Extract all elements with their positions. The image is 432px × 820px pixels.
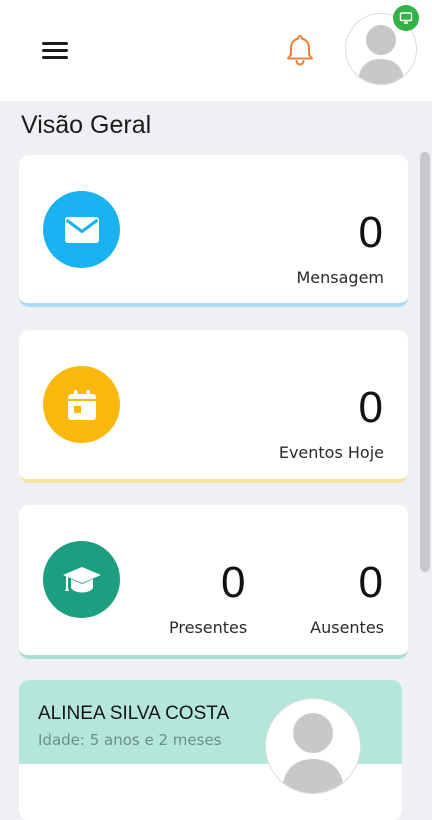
events-label: Eventos Hoje (278, 443, 384, 462)
user-avatar-icon (265, 698, 361, 794)
bell-icon[interactable] (281, 31, 319, 69)
student-name: ALINEA SILVA COSTA (38, 703, 230, 724)
envelope-icon (43, 191, 120, 268)
page-title: Visão Geral (21, 111, 152, 139)
profile-avatar[interactable] (345, 5, 419, 85)
student-card[interactable]: ALINEA SILVA COSTA Idade: 5 anos e 2 mes… (19, 680, 402, 820)
monitor-icon (393, 5, 419, 31)
events-count: 0 (358, 383, 383, 432)
attendance-card[interactable]: 0 Presentes 0 Ausentes (19, 505, 408, 659)
messages-card[interactable]: 0 Mensagem (19, 155, 408, 307)
app-header (0, 0, 432, 101)
present-count: 0 (221, 558, 246, 607)
messages-label: Mensagem (296, 268, 384, 287)
hamburger-menu-icon[interactable] (42, 40, 68, 60)
absent-label: Ausentes (310, 618, 384, 637)
student-age: Idade: 5 anos e 2 meses (38, 731, 222, 749)
events-card[interactable]: 0 Eventos Hoje (19, 330, 408, 483)
calendar-icon (43, 366, 120, 443)
scrollbar[interactable] (420, 152, 430, 572)
present-label: Presentes (169, 618, 248, 637)
messages-count: 0 (358, 208, 383, 257)
graduation-cap-icon (43, 541, 120, 618)
absent-count: 0 (358, 558, 383, 607)
